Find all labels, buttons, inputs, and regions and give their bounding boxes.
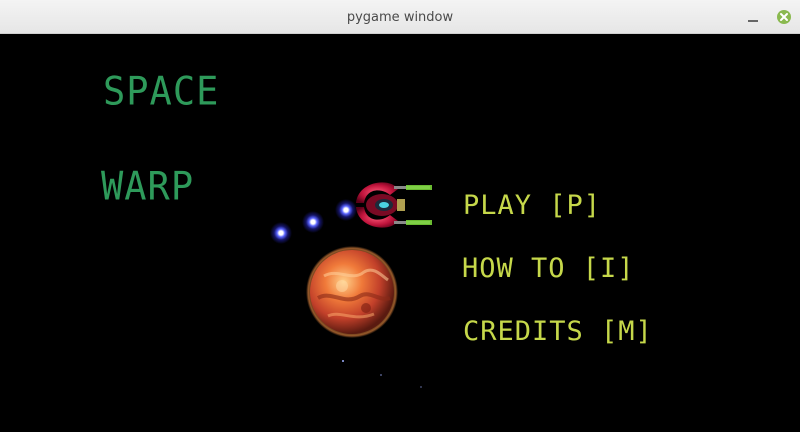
energy-orb-icon [302, 211, 324, 233]
titlebar[interactable]: pygame window [0, 0, 800, 34]
logo-space: SPACE [103, 68, 220, 115]
logo-warp: WARP [101, 163, 195, 210]
spaceship-icon [356, 182, 432, 228]
game-canvas[interactable]: SPACE WARP PLAY [P] HOW TO [I] CREDITS [… [0, 34, 800, 432]
minimize-icon[interactable] [746, 10, 760, 24]
energy-orb-icon [270, 222, 292, 244]
window-title: pygame window [346, 10, 454, 25]
star-dot [420, 386, 422, 388]
pygame-window: pygame window SPACE WARP PLAY [P] HOW TO… [0, 0, 800, 432]
star-dot [342, 360, 344, 362]
menu-credits-button[interactable]: CREDITS [M] [463, 316, 653, 347]
star-dot [380, 374, 382, 376]
close-icon[interactable] [777, 10, 791, 24]
planet-icon [306, 246, 398, 338]
menu-how-to-button[interactable]: HOW TO [I] [462, 253, 635, 284]
menu-play-button[interactable]: PLAY [P] [463, 190, 601, 221]
